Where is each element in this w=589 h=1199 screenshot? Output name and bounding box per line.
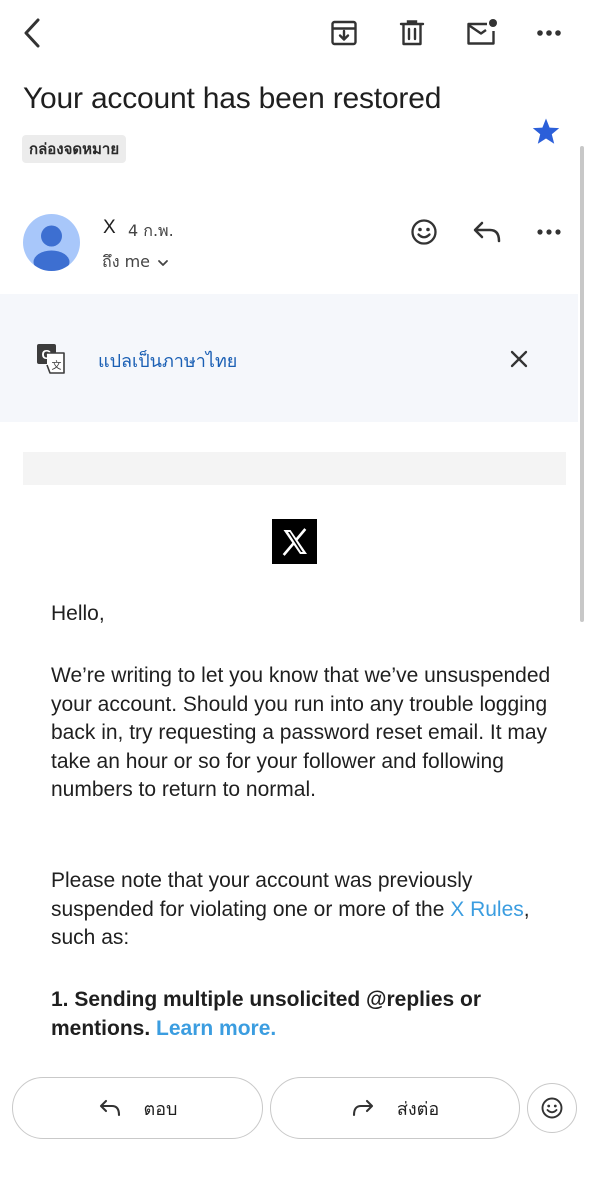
emoji-icon xyxy=(411,219,437,245)
add-reaction-button[interactable] xyxy=(406,214,442,250)
message-date: 4 ก.พ. xyxy=(128,221,174,240)
forward-icon xyxy=(352,1099,373,1117)
more-horizontal-icon xyxy=(537,30,561,36)
greeting-text: Hello, xyxy=(51,602,105,625)
mark-unread-button[interactable] xyxy=(462,12,502,52)
body-paragraph-2: Please note that your account was previo… xyxy=(51,867,551,953)
forward-label: ส่งต่อ xyxy=(396,1098,440,1120)
forward-pill-button[interactable]: ส่งต่อ xyxy=(270,1077,520,1139)
inbox-label-chip[interactable]: กล่องจดหมาย xyxy=(22,135,127,163)
star-icon xyxy=(532,118,560,144)
translate-link[interactable]: แปลเป็นภาษาไทย xyxy=(98,346,237,375)
x-logo xyxy=(272,519,317,564)
recipient-label: ถึง me xyxy=(102,252,151,271)
translate-banner xyxy=(0,294,578,422)
more-horizontal-icon xyxy=(537,229,561,235)
reply-label: ตอบ xyxy=(143,1098,178,1120)
trash-icon xyxy=(399,20,425,46)
x-rules-link[interactable]: X Rules xyxy=(450,898,524,921)
archive-icon xyxy=(331,20,357,46)
sender-name[interactable]: X xyxy=(103,217,116,239)
email-subject: Your account has been restored xyxy=(23,82,442,115)
delete-button[interactable] xyxy=(394,14,430,52)
email-header-strip xyxy=(23,452,566,485)
svg-text:文: 文 xyxy=(52,359,62,372)
archive-button[interactable] xyxy=(326,14,362,52)
back-button[interactable] xyxy=(14,14,50,52)
emoji-icon xyxy=(541,1097,563,1119)
recipient-details-toggle[interactable]: ถึง me xyxy=(102,250,170,275)
close-icon xyxy=(510,350,528,368)
star-button[interactable] xyxy=(530,116,562,148)
translate-icon: G文 xyxy=(36,343,66,375)
person-icon xyxy=(33,225,70,271)
reply-button[interactable] xyxy=(468,214,506,250)
top-toolbar xyxy=(0,0,589,70)
reply-icon xyxy=(473,221,501,243)
avatar xyxy=(23,214,80,271)
mail-unread-icon xyxy=(467,19,497,45)
reply-icon xyxy=(99,1099,120,1117)
scrollbar[interactable] xyxy=(580,146,584,622)
message-more-button[interactable] xyxy=(530,214,568,250)
paragraph-2-text: Please note that your account was previo… xyxy=(51,869,473,921)
more-options-button[interactable] xyxy=(530,14,568,52)
emoji-reaction-button[interactable] xyxy=(527,1083,577,1133)
learn-more-link[interactable]: Learn more. xyxy=(156,1017,276,1040)
reply-pill-button[interactable]: ตอบ xyxy=(12,1077,263,1139)
chevron-down-icon xyxy=(158,259,168,266)
body-paragraph-1: We’re writing to let you know that we’ve… xyxy=(51,664,551,801)
violation-item-1: 1. Sending multiple unsolicited @replies… xyxy=(51,986,551,1043)
chevron-left-icon xyxy=(24,18,40,48)
close-translate-button[interactable] xyxy=(503,343,535,375)
